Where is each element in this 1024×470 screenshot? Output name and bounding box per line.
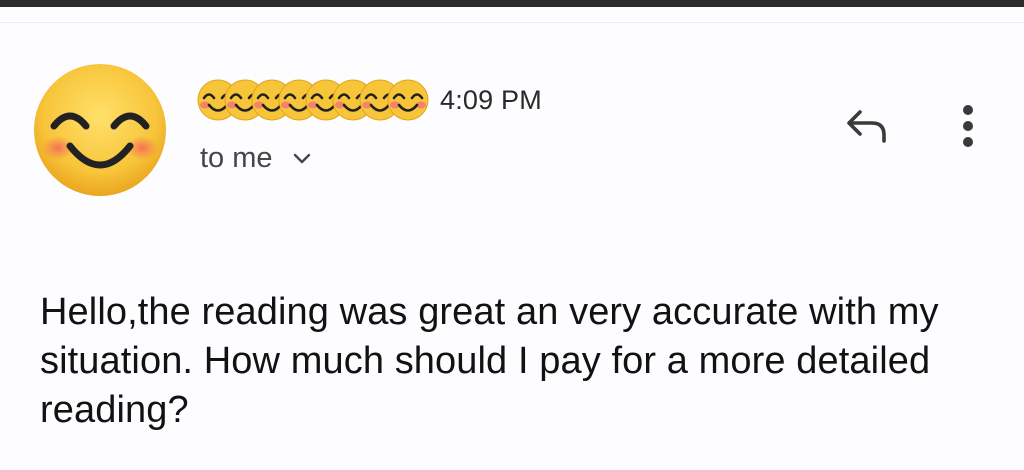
more-vertical-icon	[963, 105, 973, 147]
more-options-button[interactable]	[946, 98, 990, 154]
reply-button[interactable]	[838, 102, 896, 150]
message-body: Hello,the reading was great an very accu…	[40, 291, 939, 431]
message-time: 4:09 PM	[440, 84, 542, 115]
recipient-label: to me	[200, 142, 273, 174]
header-divider	[0, 22, 1024, 23]
status-bar-strip	[0, 0, 1024, 7]
sender-avatar[interactable]	[32, 62, 168, 198]
sender-row: 4:09 PM	[196, 72, 542, 128]
smiling-face-icon	[34, 64, 166, 196]
chevron-down-icon	[293, 152, 311, 166]
recipient-toggle[interactable]: to me	[200, 142, 311, 175]
smiling-face-icon	[386, 78, 430, 122]
reply-arrow-icon	[847, 110, 886, 143]
sender-name[interactable]	[196, 78, 432, 122]
